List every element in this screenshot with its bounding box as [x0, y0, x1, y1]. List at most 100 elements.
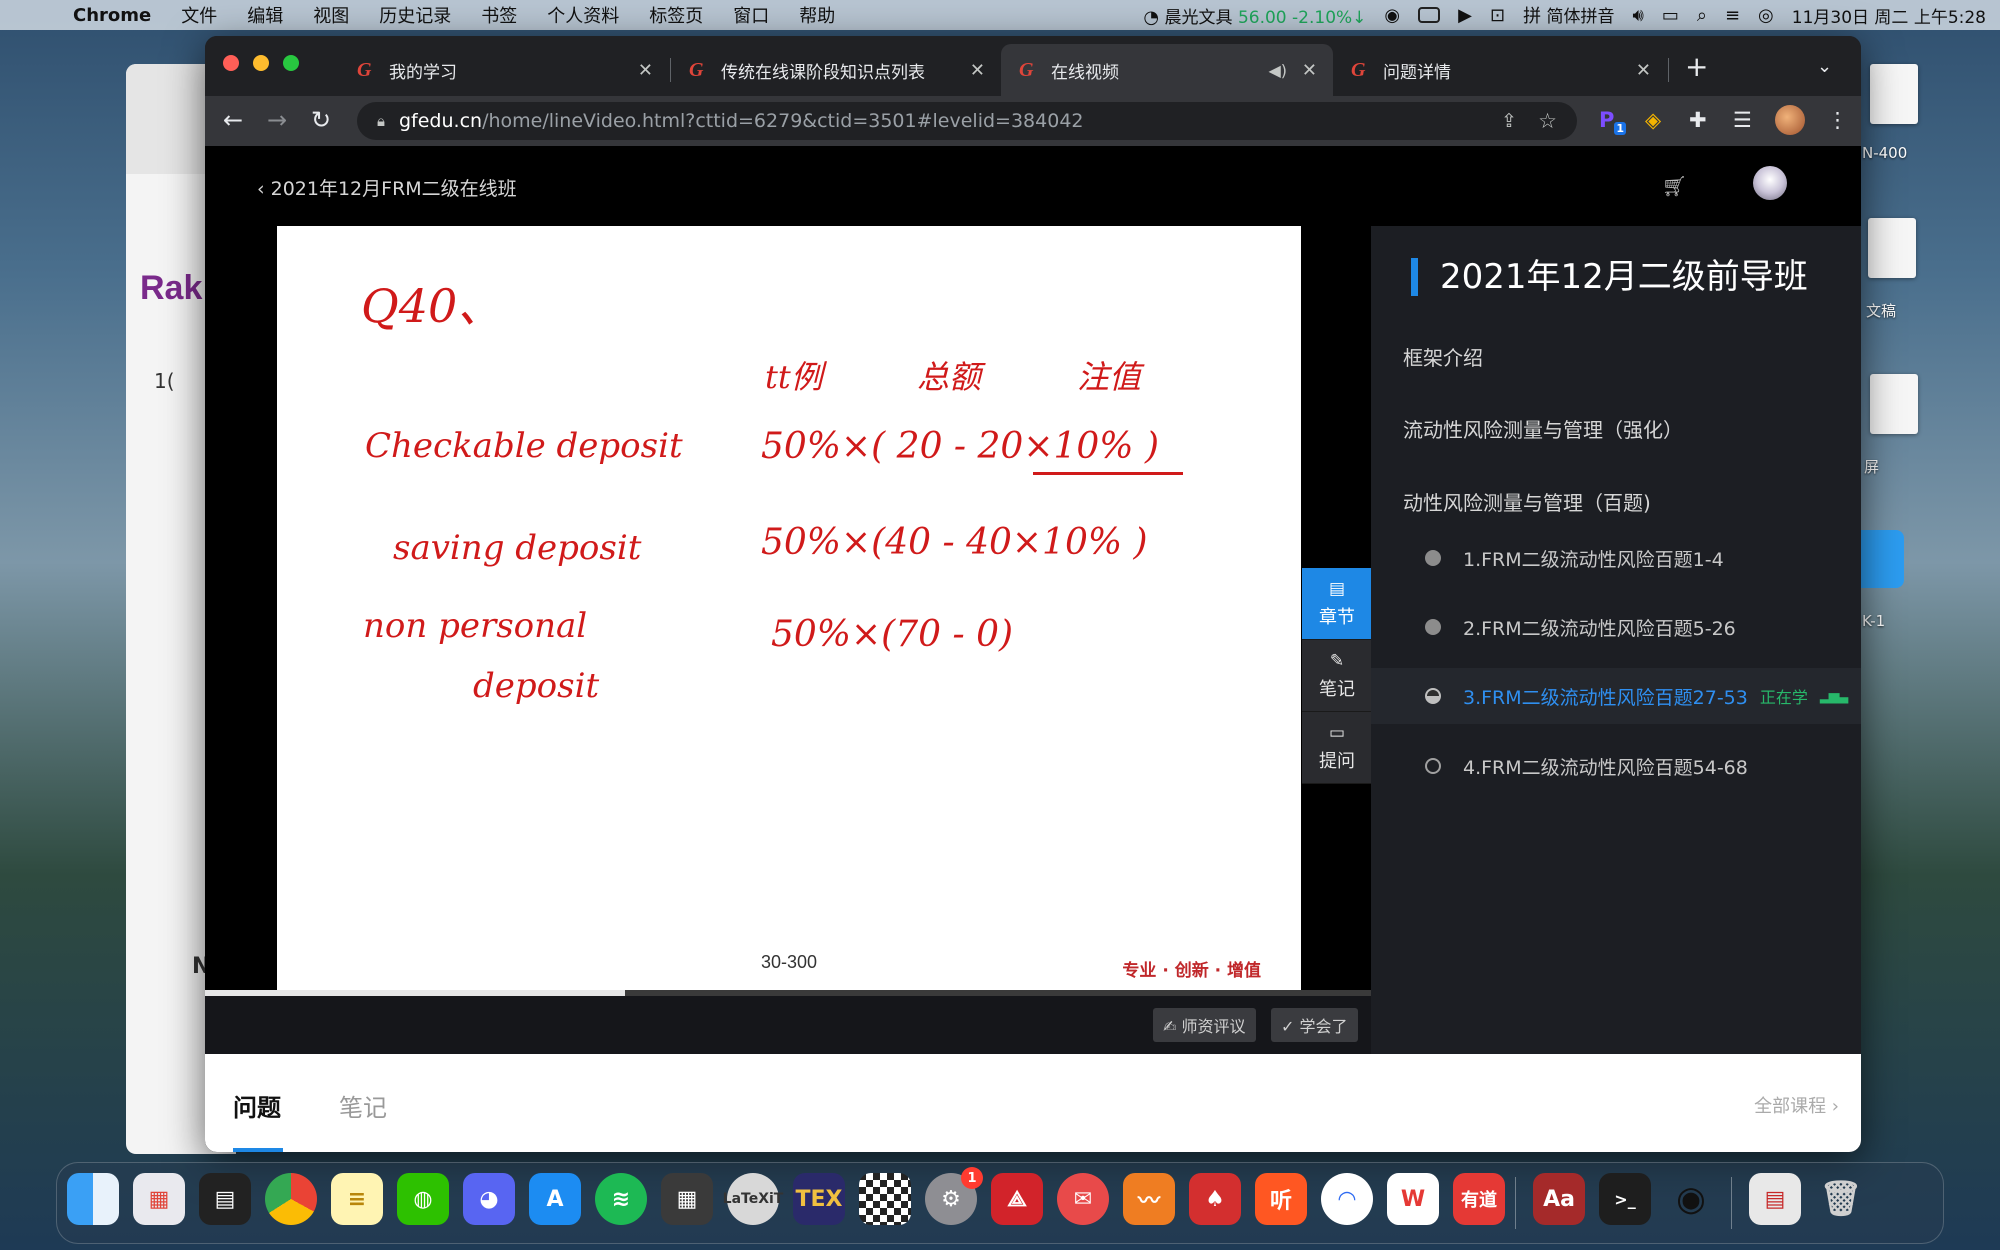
lock-icon[interactable]: 🔒︎ [377, 112, 385, 130]
battery-icon[interactable]: ▭ [1662, 5, 1679, 26]
wechat-icon[interactable]: ◍ [397, 1173, 449, 1225]
section-framework[interactable]: 框架介绍 [1403, 342, 1483, 371]
chrome-menu-icon[interactable]: ⋮ [1827, 108, 1848, 132]
siri-icon[interactable]: ◎ [1758, 5, 1774, 26]
menu-window[interactable]: 窗口 [733, 2, 769, 28]
menu-tab[interactable]: 标签页 [649, 2, 703, 28]
new-tab-plus-icon[interactable]: + [1685, 50, 1708, 83]
close-window-button[interactable] [223, 55, 239, 71]
app-store-icon[interactable]: A [529, 1173, 581, 1225]
launchpad-icon[interactable]: ▦ [133, 1173, 185, 1225]
tab-audio-icon[interactable]: ◀) [1268, 61, 1287, 80]
discord-icon[interactable]: ◕ [463, 1173, 515, 1225]
desktop-file-icon[interactable] [1870, 64, 1918, 124]
calculator-icon[interactable]: ▦ [661, 1173, 713, 1225]
chapters-tool-button[interactable]: ▤ 章节 [1302, 568, 1372, 640]
reading-list-icon[interactable]: ☰ [1733, 108, 1752, 132]
mark-learned-button[interactable]: ✓ 学会了 [1271, 1008, 1358, 1042]
stock-widget[interactable]: ◔ 晨光文具 56.00 -2.10%↓ [1143, 3, 1366, 28]
bookmark-star-icon[interactable]: ☆ [1538, 109, 1557, 133]
lesson-item-current[interactable]: 3.FRM二级流动性风险百题27-53 正在学 ▂▅▃ [1371, 668, 1861, 724]
preview-icon[interactable]: ▤ [1749, 1173, 1801, 1225]
profile-avatar[interactable] [1775, 105, 1805, 135]
section-liquidity-100q[interactable]: 动性风险测量与管理（百题) [1403, 487, 1651, 516]
chrome-icon[interactable] [265, 1173, 317, 1225]
wps-icon[interactable]: W [1387, 1173, 1439, 1225]
search-icon[interactable]: ⌕ [1697, 5, 1707, 26]
input-method-widget[interactable]: 拼 简体拼音 [1523, 2, 1614, 28]
notes-tool-button[interactable]: ✎ 笔记 [1302, 640, 1372, 712]
memory-icon[interactable] [1418, 7, 1441, 23]
back-arrow-icon[interactable]: ← [223, 106, 243, 134]
menu-edit[interactable]: 编辑 [247, 2, 283, 28]
menu-history[interactable]: 历史记录 [379, 2, 451, 28]
menu-profiles[interactable]: 个人资料 [547, 2, 619, 28]
volume-icon[interactable]: 🔊︎ [1632, 5, 1643, 26]
desktop-doc-icon[interactable] [1868, 218, 1916, 278]
tab-online-video[interactable]: G 在线视频 ◀) ✕ [1001, 44, 1333, 96]
section-liquidity-intensive[interactable]: 流动性风险测量与管理（强化） [1403, 414, 1683, 443]
chess-icon[interactable] [859, 1173, 911, 1225]
cart-icon[interactable]: 🛒︎ [1662, 174, 1687, 198]
tab-question-detail[interactable]: G 问题详情 ✕ [1333, 44, 1667, 96]
share-icon[interactable]: ⇪ [1501, 110, 1517, 132]
system-preferences-icon[interactable]: ⚙ 1 [925, 1167, 983, 1225]
baidu-netdisk-icon[interactable]: ◠ [1321, 1173, 1373, 1225]
control-center-icon[interactable]: ≡ [1725, 5, 1740, 26]
tab-close-icon[interactable]: ✕ [1636, 60, 1651, 81]
finder-icon[interactable] [67, 1173, 119, 1225]
lesson-item[interactable]: 2.FRM二级流动性风险百题5-26 [1371, 599, 1861, 655]
zoom-window-button[interactable] [283, 55, 299, 71]
menu-bookmarks[interactable]: 书签 [481, 2, 517, 28]
tab-questions[interactable]: 问题 [233, 1088, 281, 1123]
terminal-icon[interactable]: >_ [1599, 1173, 1651, 1225]
all-courses-link[interactable]: 全部课程 › [1754, 1092, 1839, 1118]
play-icon[interactable]: ▶ [1458, 5, 1472, 26]
teacher-review-button[interactable]: ✍ 师资评议 [1153, 1008, 1256, 1042]
stocks-icon[interactable]: 〰 [1123, 1173, 1175, 1225]
acrobat-icon[interactable]: ⟁ [991, 1173, 1043, 1225]
latexit-icon[interactable]: LaTeXiT [723, 1173, 783, 1225]
trash-icon[interactable]: 🗑︎ [1815, 1173, 1867, 1225]
tab-close-icon[interactable]: ✕ [970, 60, 985, 81]
poker-icon[interactable]: ♠ [1189, 1173, 1241, 1225]
clock[interactable]: 11月30日 周二 上午5:28 [1792, 3, 1986, 28]
menu-help[interactable]: 帮助 [799, 2, 835, 28]
lesson-item[interactable]: 1.FRM二级流动性风险百题1-4 [1371, 530, 1861, 586]
wechat-status-icon[interactable]: ◉ [1384, 5, 1400, 26]
minimize-window-button[interactable] [253, 55, 269, 71]
tex-icon[interactable]: TEX [793, 1173, 845, 1225]
extension-p-icon[interactable]: P1 [1599, 108, 1627, 136]
address-bar[interactable]: 🔒︎ gfedu.cn/home/lineVideo.html?cttid=62… [357, 102, 1577, 140]
desktop-screenshot-icon[interactable] [1870, 374, 1918, 434]
tab-close-icon[interactable]: ✕ [1302, 60, 1317, 81]
youdao-icon[interactable]: 有道 [1453, 1173, 1505, 1225]
tab-knowledge-list[interactable]: G 传统在线课阶段知识点列表 ✕ [671, 44, 1001, 96]
spotify-icon[interactable]: ≋ [595, 1173, 647, 1225]
user-avatar[interactable] [1753, 166, 1787, 200]
url-path: /home/lineVideo.html?cttid=6279&ctid=350… [482, 110, 1084, 132]
menu-view[interactable]: 视图 [313, 2, 349, 28]
ask-tool-button[interactable]: ▭ 提问 [1302, 712, 1372, 784]
qq-icon[interactable]: ◉ [1665, 1173, 1717, 1225]
notes-icon[interactable]: ≡ [331, 1173, 383, 1225]
lesson-label: 2.FRM二级流动性风险百题5-26 [1463, 617, 1736, 640]
mission-control-icon[interactable]: ▤ [199, 1173, 251, 1225]
tab-close-icon[interactable]: ✕ [638, 60, 653, 81]
tab-search-chevron-icon[interactable]: ⌄ [1817, 56, 1832, 77]
reload-icon[interactable]: ↻ [311, 106, 331, 134]
menu-file[interactable]: 文件 [181, 2, 217, 28]
extension-shield-icon[interactable]: ◈ [1645, 108, 1661, 132]
tab-my-study[interactable]: G 我的学习 ✕ [339, 44, 669, 96]
mail-icon[interactable]: ✉ [1057, 1173, 1109, 1225]
video-player[interactable]: Q40、 tt例 总额 注值 Checkable deposit 50%×( 2… [205, 226, 1371, 1054]
course-back-link[interactable]: ‹ 2021年12月FRM二级在线班 [257, 174, 517, 201]
menu-app-name[interactable]: Chrome [73, 5, 151, 26]
ting-icon[interactable]: 听 [1255, 1173, 1307, 1225]
extensions-puzzle-icon[interactable]: ✚ [1689, 108, 1707, 132]
dictionary-icon[interactable]: Aa [1533, 1173, 1585, 1225]
screenshot-icon[interactable]: ⊡ [1490, 5, 1505, 26]
forward-arrow-icon[interactable]: → [267, 106, 287, 134]
lesson-item[interactable]: 4.FRM二级流动性风险百题54-68 [1371, 738, 1861, 794]
tab-notes[interactable]: 笔记 [339, 1088, 387, 1123]
